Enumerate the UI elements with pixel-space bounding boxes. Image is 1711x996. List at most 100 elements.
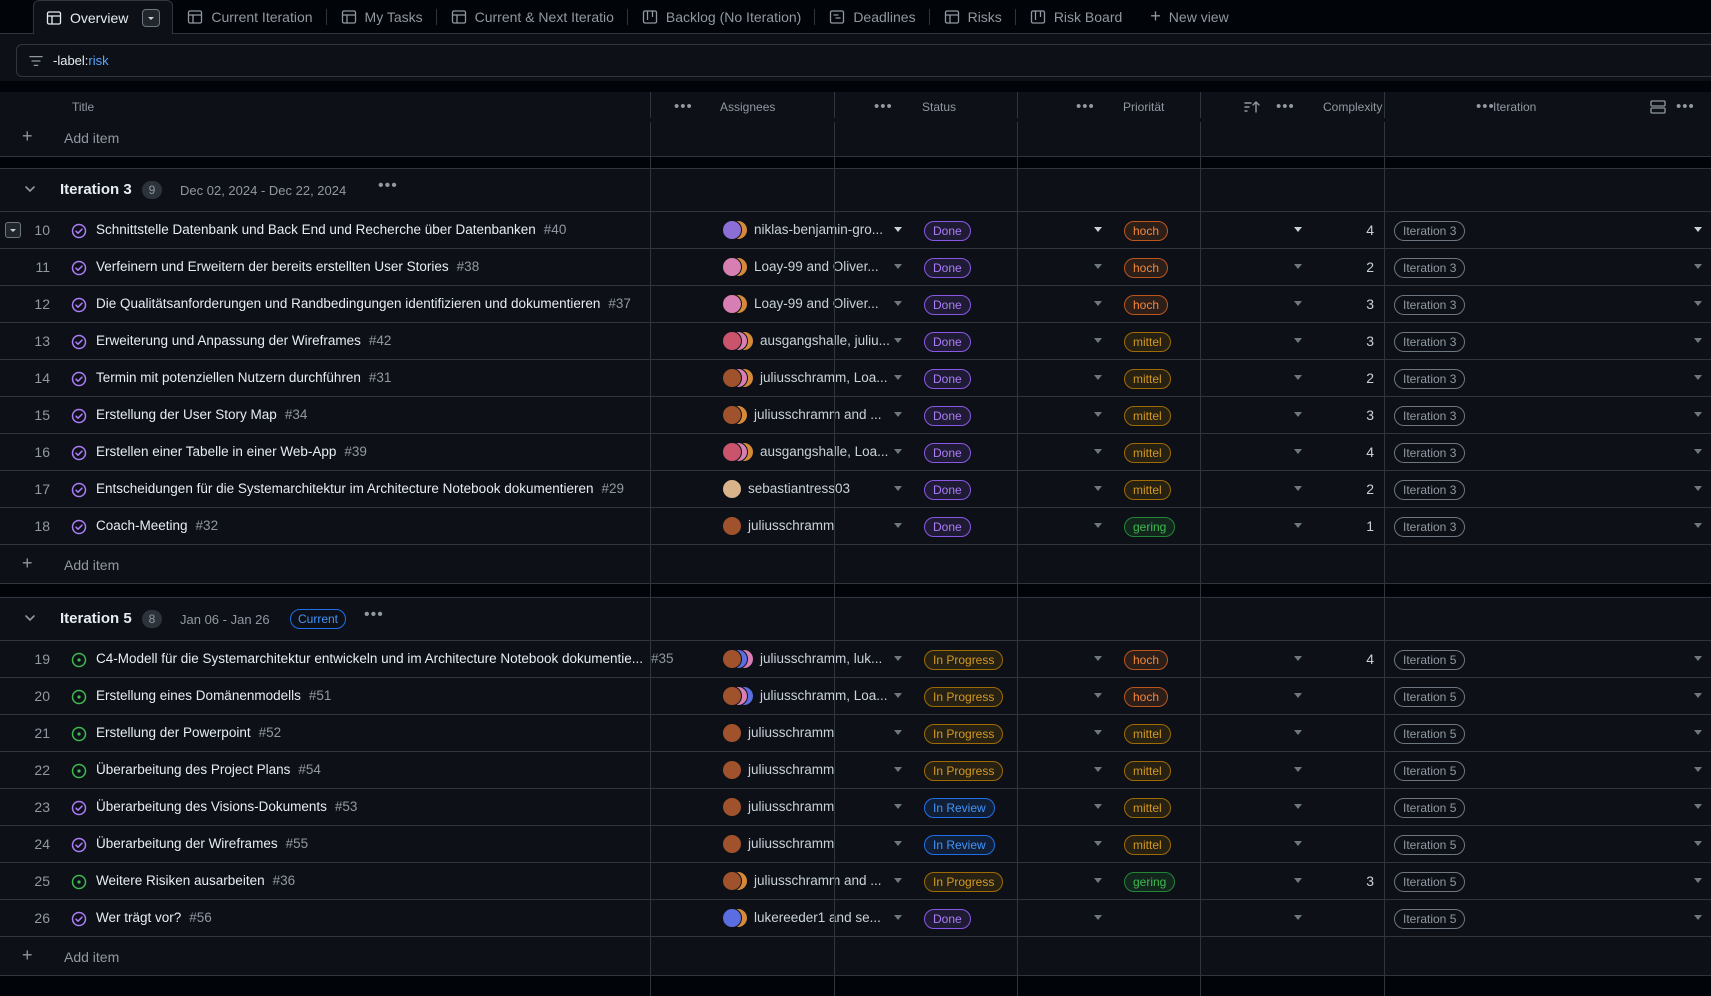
iteration-column-menu-icon[interactable]: ••• [1676,98,1695,115]
assignees-dropdown-icon[interactable] [894,449,902,454]
complexity-value[interactable]: 3 [1334,333,1374,349]
table-row[interactable]: 12 Die Qualitätsanforderungen und Randbed… [0,286,1711,323]
issue-title[interactable]: Schnittstelle Datenbank und Back End und… [96,222,566,237]
table-row[interactable]: 10 Schnittstelle Datenbank und Back End u… [0,212,1711,249]
complexity-value[interactable]: 2 [1334,370,1374,386]
issue-title[interactable]: Weitere Risiken ausarbeiten #36 [96,873,295,888]
table-row[interactable]: 19 C4-Modell für die Systemarchitektur en… [0,641,1711,678]
table-row[interactable]: 14 Termin mit potenziellen Nutzern durchf… [0,360,1711,397]
tab-deadlines[interactable]: Deadlines [815,0,930,34]
status-dropdown-icon[interactable] [1094,375,1102,380]
iteration-dropdown-icon[interactable] [1694,486,1702,491]
priority-dropdown-icon[interactable] [1294,449,1302,454]
issue-title[interactable]: Überarbeitung der Wireframes #55 [96,836,308,851]
status-dropdown-icon[interactable] [1094,486,1102,491]
iteration-dropdown-icon[interactable] [1694,227,1702,232]
issue-title[interactable]: Erstellung der User Story Map #34 [96,407,307,422]
table-row[interactable]: 11 Verfeinern und Erweitern der bereits e… [0,249,1711,286]
iteration-dropdown-icon[interactable] [1694,915,1702,920]
priority-dropdown-icon[interactable] [1294,656,1302,661]
issue-title[interactable]: Coach-Meeting #32 [96,518,218,533]
issue-title[interactable]: Erstellung der Powerpoint #52 [96,725,281,740]
priority-dropdown-icon[interactable] [1294,730,1302,735]
complexity-value[interactable]: 4 [1334,444,1374,460]
priority-dropdown-icon[interactable] [1294,693,1302,698]
status-dropdown-icon[interactable] [1094,730,1102,735]
table-row[interactable]: 20 Erstellung eines Domänenmodells #51 juli… [0,678,1711,715]
assignees-dropdown-icon[interactable] [894,412,902,417]
iteration-dropdown-icon[interactable] [1694,767,1702,772]
add-item-button[interactable]: + Add item [0,118,1711,157]
iteration-dropdown-icon[interactable] [1694,804,1702,809]
complexity-value[interactable]: 3 [1334,873,1374,889]
iteration-dropdown-icon[interactable] [1694,693,1702,698]
add-item-button[interactable]: + Add item [0,937,1711,976]
priority-dropdown-icon[interactable] [1294,412,1302,417]
issue-title[interactable]: Erstellen einer Tabelle in einer Web-App… [96,444,367,459]
status-dropdown-icon[interactable] [1094,301,1102,306]
assignees-dropdown-icon[interactable] [894,301,902,306]
assignees-dropdown-icon[interactable] [894,841,902,846]
iteration-dropdown-icon[interactable] [1694,730,1702,735]
assignees-dropdown-icon[interactable] [894,375,902,380]
table-row[interactable]: 21 Erstellung der Powerpoint #52 juliusschr… [0,715,1711,752]
status-dropdown-icon[interactable] [1094,412,1102,417]
issue-title[interactable]: Erweiterung und Anpassung der Wireframes… [96,333,391,348]
group-by-icon[interactable] [1650,100,1666,114]
iteration-dropdown-icon[interactable] [1694,656,1702,661]
add-item-button[interactable]: + Add item [0,545,1711,584]
iteration-dropdown-icon[interactable] [1694,338,1702,343]
group-menu-icon[interactable]: ••• [378,177,398,195]
priority-dropdown-icon[interactable] [1294,301,1302,306]
table-row[interactable]: 24 Überarbeitung der Wireframes #55 juliuss… [0,826,1711,863]
status-dropdown-icon[interactable] [1094,656,1102,661]
issue-title[interactable]: Entscheidungen für die Systemarchitektur… [96,481,624,496]
issue-title[interactable]: Die Qualitätsanforderungen und Randbedin… [96,296,631,311]
issue-title[interactable]: Erstellung eines Domänenmodells #51 [96,688,331,703]
chevron-down-icon[interactable] [24,183,36,195]
issue-title[interactable]: Termin mit potenziellen Nutzern durchfüh… [96,370,391,385]
assignees-dropdown-icon[interactable] [894,915,902,920]
status-dropdown-icon[interactable] [1094,915,1102,920]
assignees-dropdown-icon[interactable] [894,523,902,528]
iteration-dropdown-icon[interactable] [1694,523,1702,528]
table-row[interactable]: 26 Wer trägt vor? #56 lukereeder1 and se...… [0,900,1711,937]
status-dropdown-icon[interactable] [1094,523,1102,528]
status-dropdown-icon[interactable] [1094,693,1102,698]
priority-dropdown-icon[interactable] [1294,264,1302,269]
issue-title[interactable]: Überarbeitung des Visions-Dokuments #53 [96,799,357,814]
table-row[interactable]: 25 Weitere Risiken ausarbeiten #36 juliussc… [0,863,1711,900]
iteration-dropdown-icon[interactable] [1694,301,1702,306]
chevron-down-icon[interactable] [24,612,36,624]
title-column-menu-icon[interactable]: ••• [674,98,693,115]
status-column-menu-icon[interactable]: ••• [1076,98,1095,115]
status-dropdown-icon[interactable] [1094,767,1102,772]
assignees-dropdown-icon[interactable] [894,227,902,232]
assignees-dropdown-icon[interactable] [894,804,902,809]
iteration-group-header[interactable]: Iteration 3 9 Dec 02, 2024 - Dec 22, 2024 •… [0,168,1711,212]
table-row[interactable]: 13 Erweiterung und Anpassung der Wirefram… [0,323,1711,360]
tab-risk-board[interactable]: Risk Board [1016,0,1136,34]
status-dropdown-icon[interactable] [1094,878,1102,883]
assignees-dropdown-icon[interactable] [894,338,902,343]
table-row[interactable]: 22 Überarbeitung des Project Plans #54 juli… [0,752,1711,789]
assignees-dropdown-icon[interactable] [894,693,902,698]
priority-column-menu-icon[interactable]: ••• [1276,98,1295,115]
iteration-dropdown-icon[interactable] [1694,878,1702,883]
tab-current-next-iteratio[interactable]: Current & Next Iteratio [437,0,628,34]
complexity-column-menu-icon[interactable]: ••• [1476,98,1495,115]
iteration-dropdown-icon[interactable] [1694,375,1702,380]
filter-input[interactable]: -label: risk [16,44,1711,77]
status-dropdown-icon[interactable] [1094,804,1102,809]
assignees-dropdown-icon[interactable] [894,767,902,772]
complexity-value[interactable]: 1 [1334,518,1374,534]
table-row[interactable]: 17 Entscheidungen für die Systemarchitekt… [0,471,1711,508]
priority-dropdown-icon[interactable] [1294,841,1302,846]
complexity-value[interactable]: 2 [1334,481,1374,497]
sort-ascending-icon[interactable] [1244,100,1260,114]
status-dropdown-icon[interactable] [1094,449,1102,454]
priority-dropdown-icon[interactable] [1294,915,1302,920]
issue-title[interactable]: Verfeinern und Erweitern der bereits ers… [96,259,479,274]
assignees-column-menu-icon[interactable]: ••• [874,98,893,115]
priority-dropdown-icon[interactable] [1294,523,1302,528]
